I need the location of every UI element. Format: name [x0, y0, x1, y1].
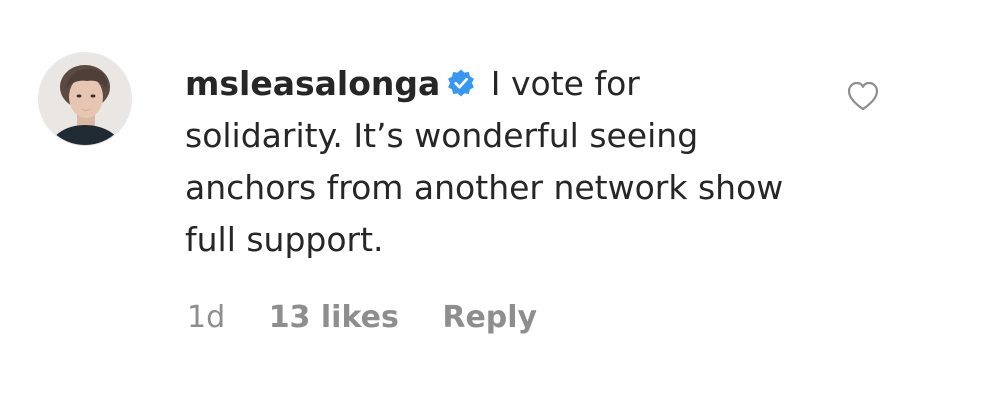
comment-meta: 1d 13 likes Reply — [187, 296, 537, 340]
comment: msleasalonga I vote for solidarity. It’s… — [0, 0, 1000, 420]
heart-outline-icon[interactable] — [846, 80, 880, 112]
verified-badge-icon — [446, 61, 476, 97]
comment-body: msleasalonga I vote for solidarity. It’s… — [185, 58, 805, 266]
avatar[interactable] — [38, 52, 132, 146]
likes-count-button[interactable]: 13 likes — [269, 296, 399, 340]
comment-username[interactable]: msleasalonga — [185, 64, 440, 103]
reply-button[interactable]: Reply — [442, 296, 537, 340]
comment-timestamp: 1d — [187, 300, 226, 335]
